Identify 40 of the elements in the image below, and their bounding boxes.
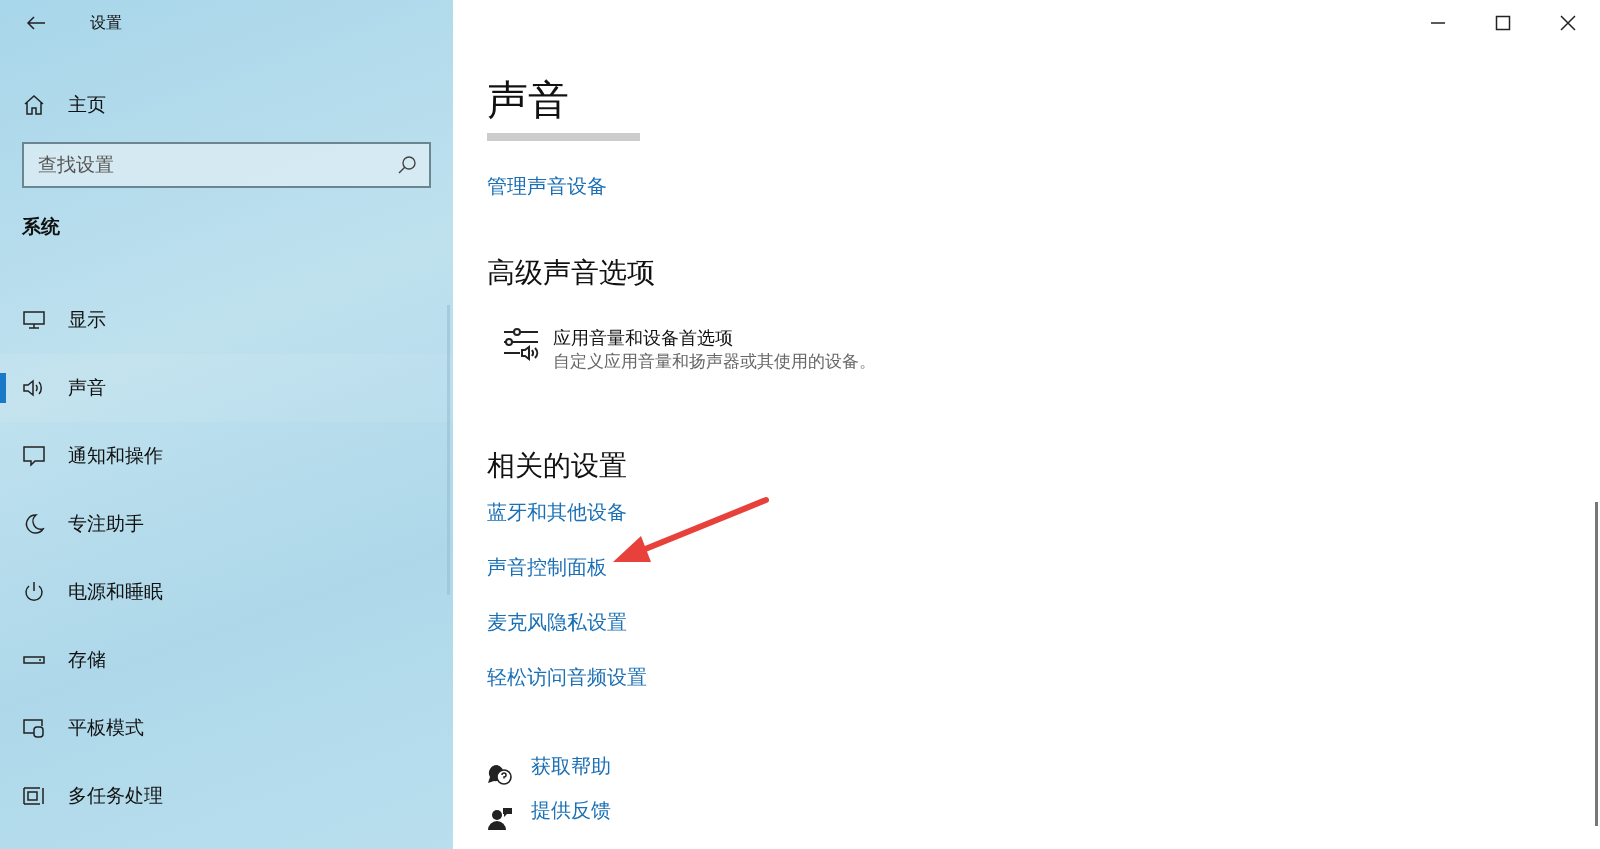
section-heading: 高级声音选项 bbox=[487, 256, 656, 291]
section-heading: 系统 bbox=[21, 215, 61, 239]
settings-link[interactable]: 麦克风隐私设置 bbox=[487, 609, 627, 637]
nav-item[interactable]: 声音 bbox=[0, 354, 453, 422]
search-icon bbox=[397, 155, 417, 175]
sliders-speaker-icon bbox=[503, 326, 539, 363]
section-heading: 相关的设置 bbox=[487, 449, 628, 484]
nav-item[interactable]: 平板模式 bbox=[0, 694, 453, 762]
nav-item[interactable]: 电源和睡眠 bbox=[0, 558, 453, 626]
power-icon bbox=[22, 581, 46, 603]
multitask-icon bbox=[22, 785, 46, 807]
get-help-link[interactable]: 获取帮助 bbox=[531, 753, 611, 781]
feedback-link[interactable]: 提供反馈 bbox=[531, 797, 611, 825]
nav-item[interactable]: 专注助手 bbox=[0, 490, 453, 558]
back-arrow-icon bbox=[26, 15, 46, 31]
settings-link[interactable]: 蓝牙和其他设备 bbox=[487, 499, 627, 527]
message-icon bbox=[22, 445, 46, 467]
manage-devices-link[interactable]: 管理声音设备 bbox=[487, 173, 607, 201]
nav-item[interactable]: 多任务处理 bbox=[0, 762, 453, 830]
tablet-icon bbox=[22, 717, 46, 739]
option-description: 自定义应用音量和扬声器或其使用的设备。 bbox=[553, 351, 876, 374]
selection-bar bbox=[0, 373, 6, 403]
minimize-icon bbox=[1429, 22, 1446, 24]
feedback-person-icon bbox=[487, 807, 513, 832]
option-title: 应用音量和设备首选项 bbox=[553, 327, 734, 351]
nav-item[interactable]: 存储 bbox=[0, 626, 453, 694]
nav-item[interactable]: 通知和操作 bbox=[0, 422, 453, 490]
maximize-icon bbox=[1494, 15, 1511, 31]
home-icon bbox=[22, 94, 46, 116]
page-title: 声音 bbox=[487, 78, 570, 124]
help-chat-icon bbox=[487, 763, 513, 788]
close-icon bbox=[1559, 15, 1576, 31]
window-title: 设置 bbox=[90, 12, 122, 33]
app-volume-option[interactable]: 应用音量和设备首选项 自定义应用音量和扬声器或其使用的设备。 bbox=[503, 326, 1600, 374]
nav-item[interactable]: 显示 bbox=[0, 286, 453, 354]
settings-link[interactable]: 声音控制面板 bbox=[487, 554, 607, 582]
home-item[interactable]: 主页 bbox=[0, 80, 453, 130]
settings-link[interactable]: 轻松访问音频设置 bbox=[487, 664, 647, 692]
search-field[interactable]: 查找设置 bbox=[22, 142, 431, 188]
monitor-icon bbox=[22, 309, 46, 331]
